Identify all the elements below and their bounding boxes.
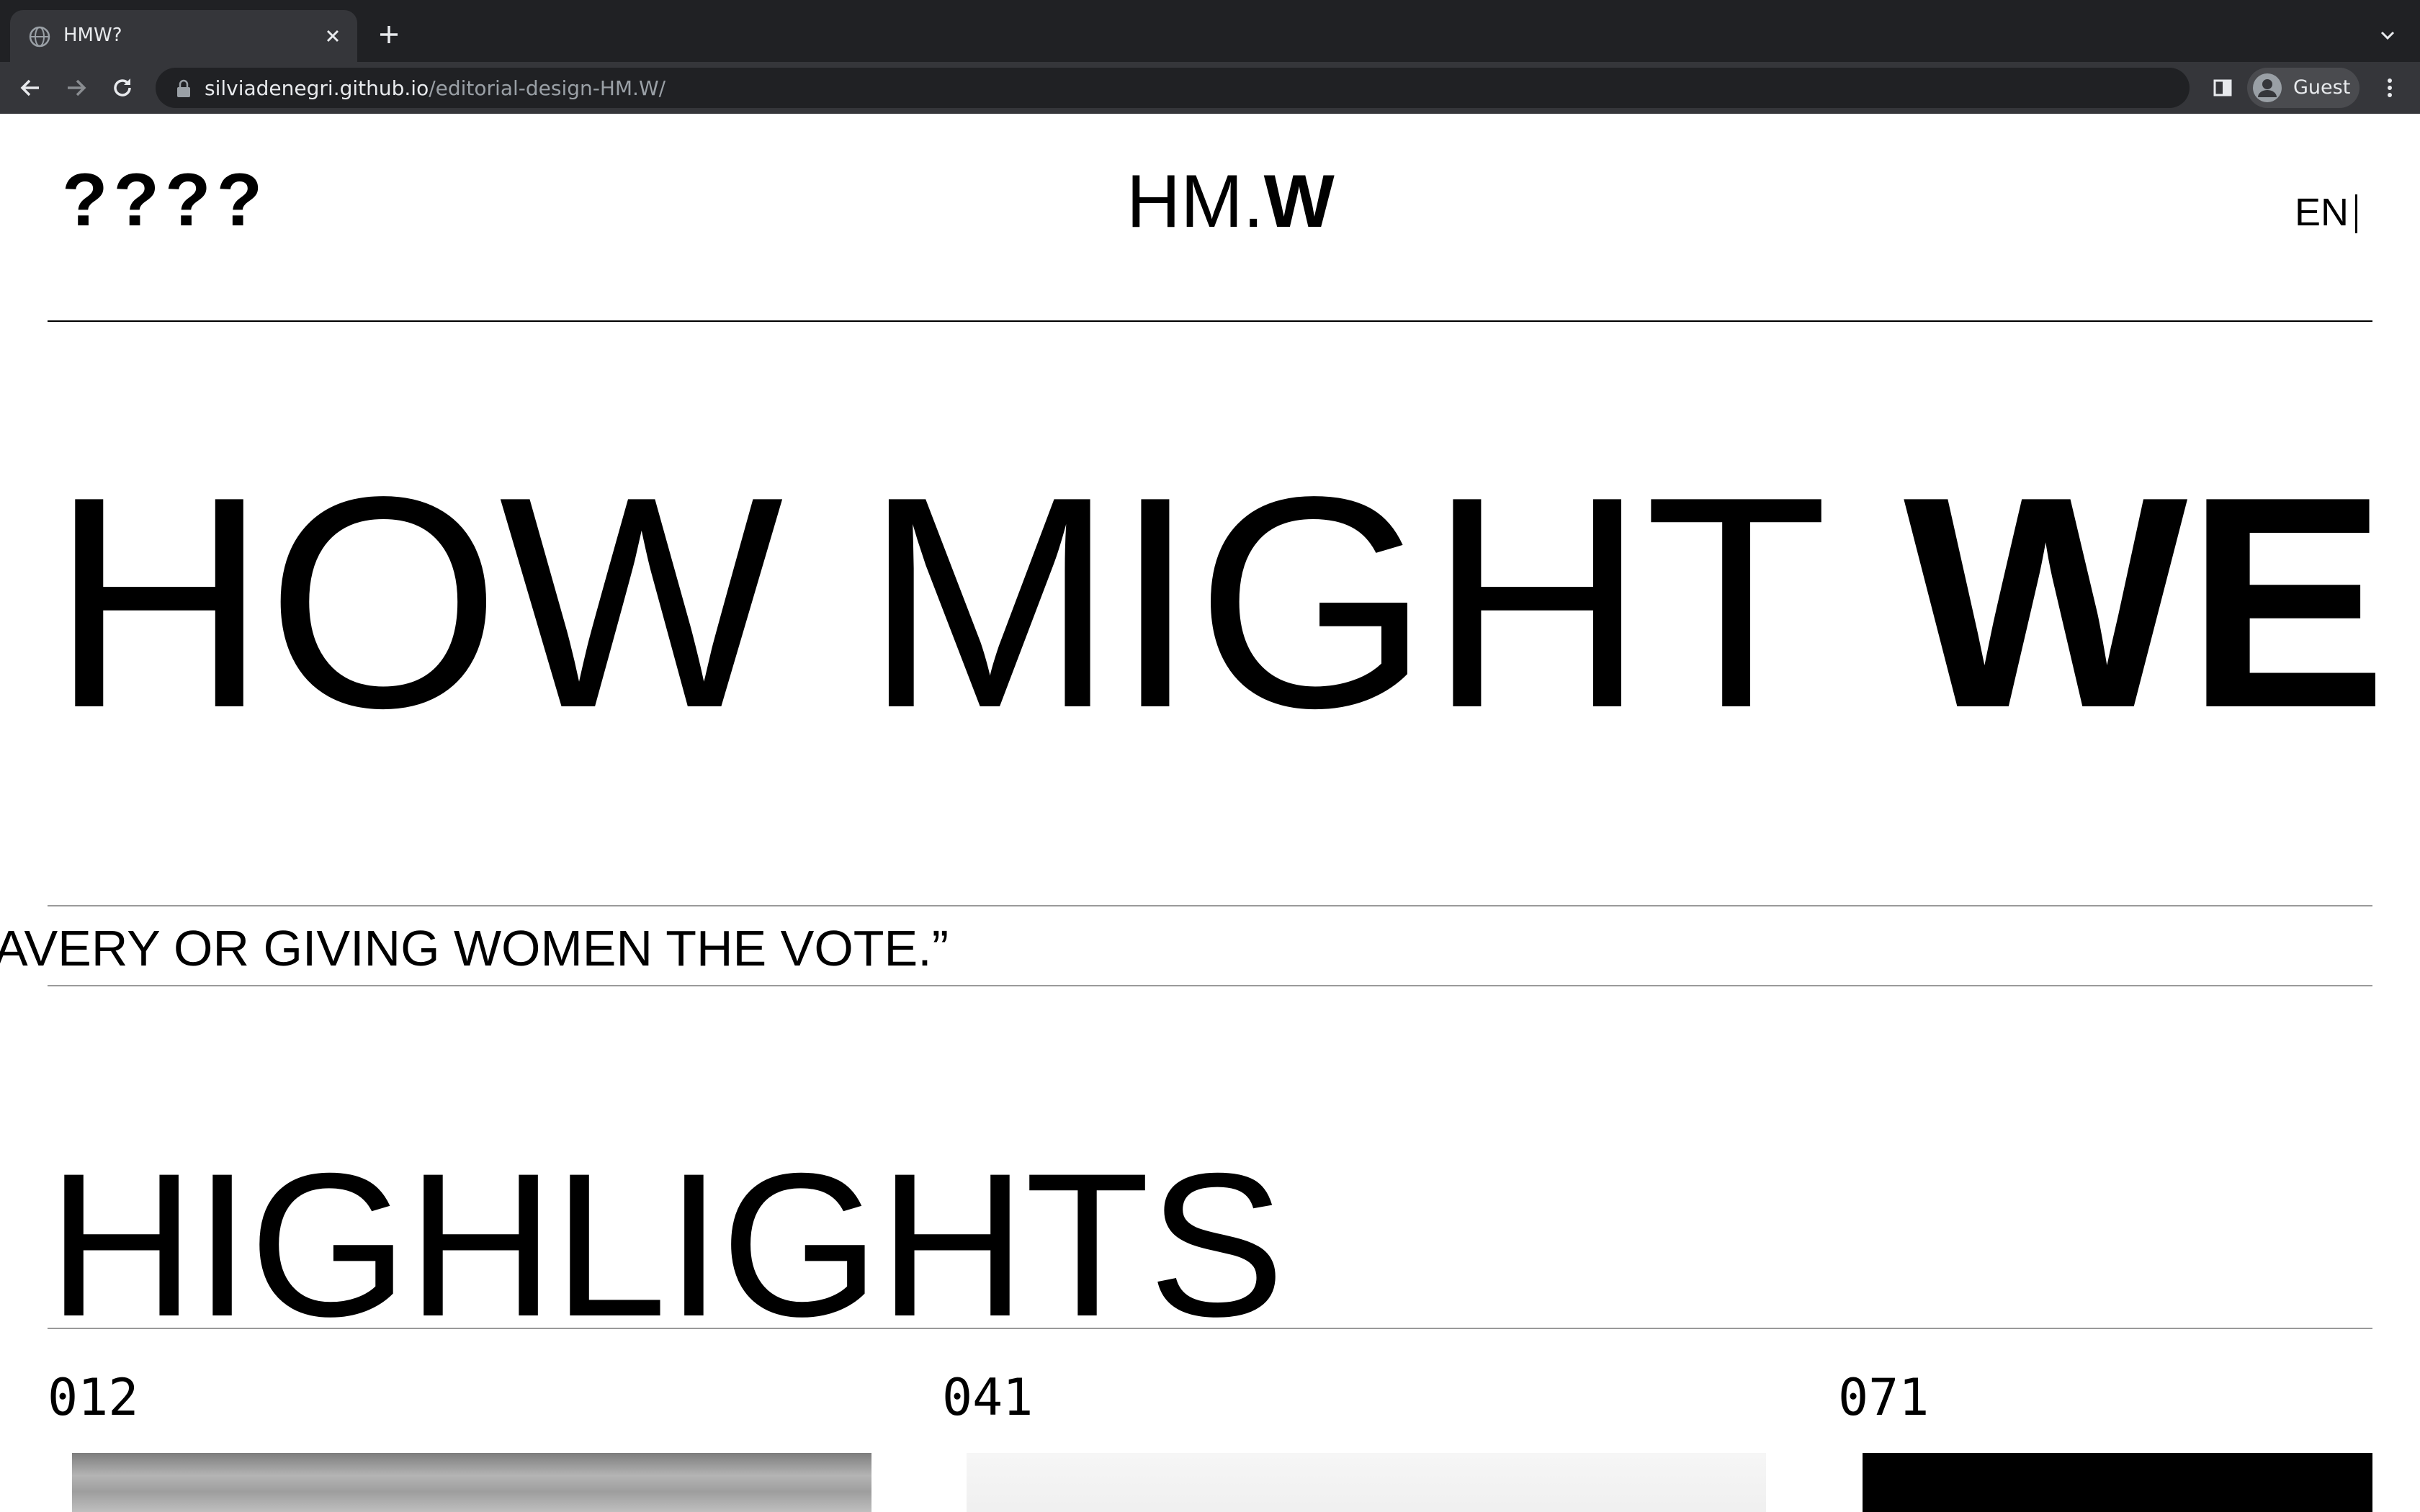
hero-title: HOW MIGHT WE: [50, 452, 2387, 753]
card-number: 071: [1838, 1368, 1930, 1427]
card-image[interactable]: [1863, 1453, 2372, 1512]
reload-icon[interactable]: [109, 75, 135, 101]
browser-tab[interactable]: HMW?: [10, 10, 357, 62]
card-image[interactable]: [967, 1453, 1766, 1512]
profile-name: Guest: [2293, 76, 2351, 99]
more-options-icon[interactable]: [2377, 75, 2403, 101]
brand-bold: W: [1263, 160, 1335, 243]
web-page: ???? HM.W EN HOW MIGHT WE AVERY OR GIVIN…: [0, 114, 2420, 1512]
chevron-down-icon[interactable]: [2377, 24, 2398, 46]
site-brand[interactable]: HM.W: [1126, 164, 1335, 239]
marquee-divider-bottom: [48, 985, 2372, 986]
address-bar[interactable]: silviadenegri.github.io/editorial-design…: [156, 68, 2190, 108]
lock-icon: [177, 79, 190, 97]
quote-marquee: AVERY OR GIVING WOMEN THE VOTE.”: [0, 920, 949, 976]
highlights-heading: HIGHLIGHTS: [48, 1131, 1285, 1359]
forward-icon[interactable]: [63, 75, 89, 101]
marquee-divider-top: [48, 905, 2372, 906]
language-divider: [2355, 194, 2357, 233]
header-divider: [48, 320, 2372, 322]
highlights-divider: [48, 1328, 2372, 1329]
language-switch[interactable]: EN: [2295, 193, 2349, 232]
brand-regular: HM.: [1126, 160, 1264, 243]
avatar-icon: [2253, 73, 2282, 102]
card-number: 012: [48, 1368, 139, 1427]
card-number: 041: [942, 1368, 1034, 1427]
profile-button[interactable]: Guest: [2247, 68, 2360, 108]
url-host: silviadenegri.github.io: [205, 76, 429, 100]
hero-title-regular: HOW MIGHT: [50, 434, 1904, 770]
url-text: silviadenegri.github.io/editorial-design…: [205, 76, 666, 100]
close-tab-icon[interactable]: [321, 24, 344, 48]
back-icon[interactable]: [17, 75, 43, 101]
globe-icon: [29, 26, 50, 48]
url-path: /editorial-design-HM.W/: [429, 76, 666, 100]
side-panel-icon[interactable]: [2210, 75, 2236, 101]
browser-toolbar: silviadenegri.github.io/editorial-design…: [0, 62, 2420, 114]
browser-tabstrip: HMW?: [0, 0, 2420, 62]
card-image[interactable]: [72, 1453, 871, 1512]
hero-title-bold: WE: [1903, 434, 2387, 770]
new-tab-icon[interactable]: [376, 22, 402, 48]
tab-title: HMW?: [63, 24, 122, 46]
site-logo[interactable]: ????: [62, 163, 268, 238]
